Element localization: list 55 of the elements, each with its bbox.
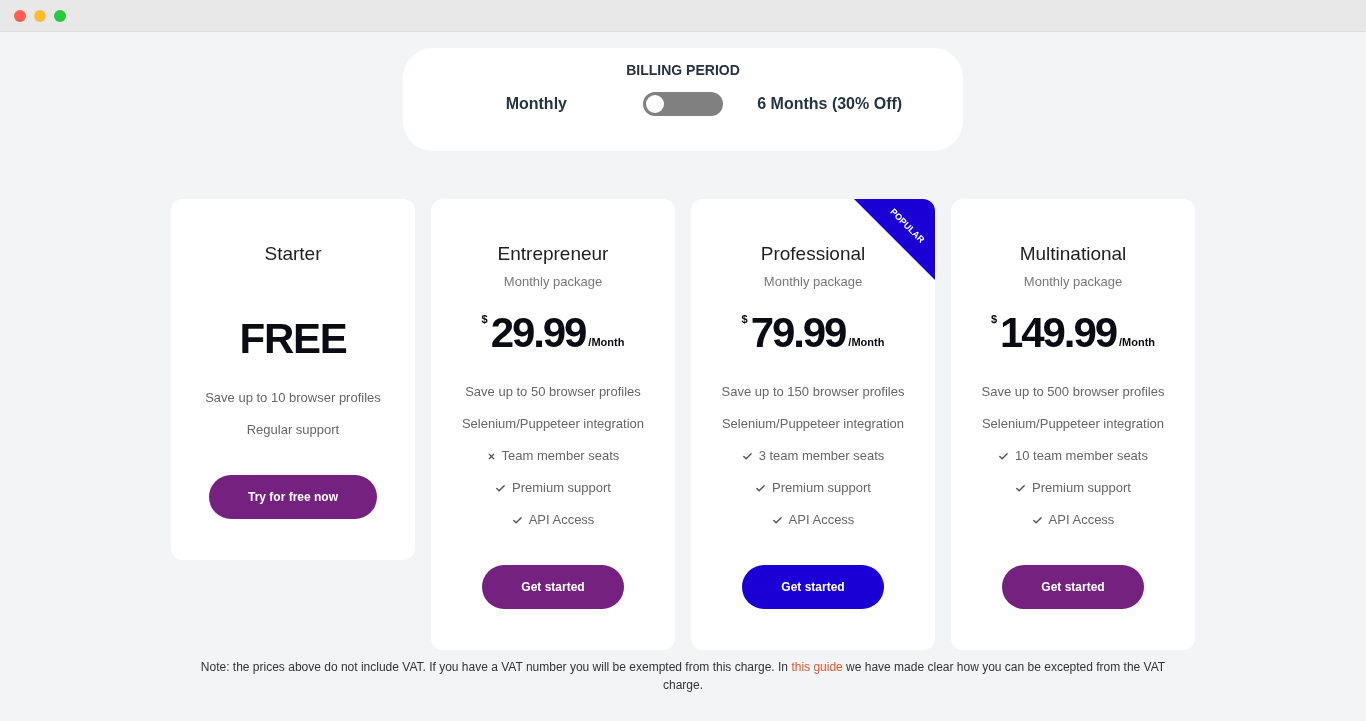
plan-title: Multinational bbox=[1019, 242, 1127, 266]
check-icon bbox=[495, 482, 506, 494]
check-icon bbox=[1015, 482, 1026, 494]
check-icon bbox=[755, 482, 766, 494]
cross-icon bbox=[486, 451, 496, 461]
currency-symbol: $ bbox=[741, 314, 748, 325]
feature-text: Regular support bbox=[246, 421, 340, 439]
plan-button[interactable]: Get started bbox=[482, 565, 624, 609]
feature-text: API Access bbox=[528, 511, 595, 529]
feature-text: API Access bbox=[1048, 511, 1115, 529]
plan-subtitle: Monthly package bbox=[503, 273, 603, 291]
feature-text: Premium support bbox=[772, 479, 871, 497]
price-period: /Month bbox=[588, 337, 625, 348]
feature-text: Premium support bbox=[512, 479, 611, 497]
vat-note: Note: the prices above do not include VAT. If you have a VAT number you will be exempted from this charge. In this guide we have made clear how you can be excepted from the VAT charge. bbox=[199, 659, 1167, 694]
feature-text: Save up to 10 browser profiles bbox=[205, 389, 381, 407]
billing-title: BILLING PERIOD bbox=[626, 61, 740, 80]
billing-option[interactable]: 6 Months (30% Off) bbox=[757, 92, 903, 116]
close-icon[interactable] bbox=[14, 9, 26, 22]
plan-subtitle: Monthly package bbox=[763, 273, 863, 291]
plan-title: Professional bbox=[760, 242, 866, 266]
feature-text: Save up to 150 browser profiles bbox=[721, 383, 905, 401]
feature-text: 10 team member seats bbox=[1015, 447, 1148, 465]
price-period: /Month bbox=[1118, 337, 1155, 348]
billing-option[interactable]: Monthly bbox=[505, 92, 567, 116]
check-icon bbox=[741, 450, 753, 462]
price-amount: 29.99 bbox=[490, 309, 586, 357]
check-icon bbox=[511, 514, 523, 526]
check-icon bbox=[1031, 514, 1043, 526]
price-amount: 79.99 bbox=[750, 309, 846, 357]
feature-text: Selenium/Puppeteer integration bbox=[461, 415, 645, 433]
feature-text: Premium support bbox=[1032, 479, 1131, 497]
maximize-icon[interactable] bbox=[54, 9, 66, 22]
feature-text: API Access bbox=[788, 511, 855, 529]
feature-text: Selenium/Puppeteer integration bbox=[721, 415, 905, 433]
price-amount: FREE bbox=[239, 315, 347, 363]
feature-text: Save up to 50 browser profiles bbox=[465, 383, 641, 401]
price-period: /Month bbox=[848, 337, 885, 348]
feature-text: 3 team member seats bbox=[758, 447, 885, 465]
feature-text: Save up to 500 browser profiles bbox=[981, 383, 1165, 401]
billing-toggle[interactable] bbox=[643, 92, 723, 116]
plan-subtitle: Monthly package bbox=[1023, 273, 1123, 291]
check-icon bbox=[998, 450, 1009, 462]
feature-text: Selenium/Puppeteer integration bbox=[981, 415, 1165, 433]
check-icon bbox=[771, 514, 783, 526]
feature-text: Team member seats bbox=[501, 447, 620, 465]
plan-title: Starter bbox=[264, 242, 322, 266]
minimize-icon[interactable] bbox=[34, 9, 46, 22]
currency-symbol: $ bbox=[481, 314, 488, 325]
currency-symbol: $ bbox=[990, 314, 998, 325]
plan-title: Entrepreneur bbox=[497, 242, 609, 266]
plan-button[interactable]: Get started bbox=[1002, 565, 1144, 609]
price-amount: 149.99 bbox=[1000, 309, 1116, 357]
plan-button[interactable]: Get started bbox=[742, 565, 884, 609]
plan-button[interactable]: Try for free now bbox=[209, 475, 377, 519]
